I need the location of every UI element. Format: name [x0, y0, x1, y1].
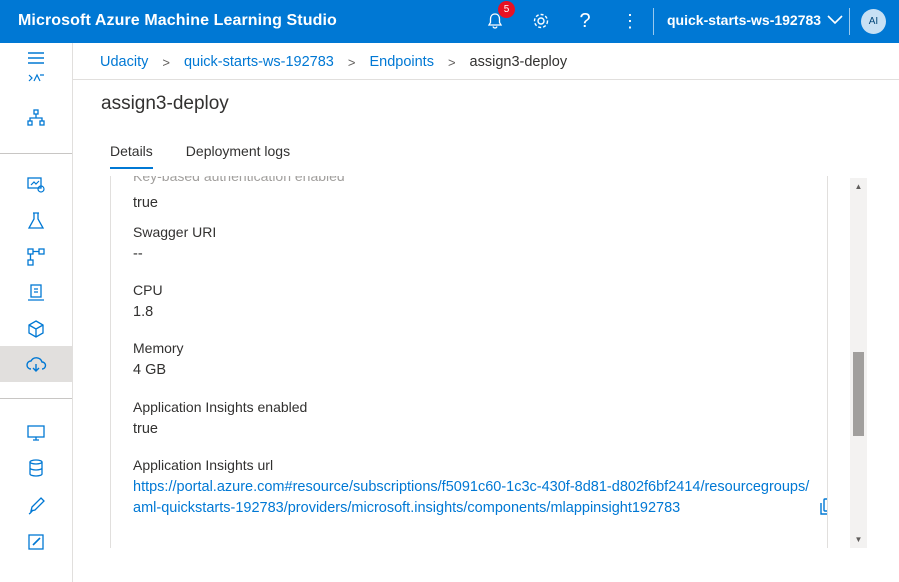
details-panel: Key-based authentication enabled true Sw…: [110, 176, 828, 548]
tab-details[interactable]: Details: [110, 143, 153, 169]
experiments-icon[interactable]: [0, 204, 72, 238]
field-label: Memory: [133, 340, 184, 356]
copy-icon[interactable]: [819, 498, 827, 519]
user-avatar[interactable]: AI: [861, 9, 886, 34]
jobs-icon[interactable]: [0, 276, 72, 310]
automl-icon[interactable]: [0, 69, 72, 89]
field-swagger-uri: Swagger URI --: [133, 224, 216, 262]
tab-list: Details Deployment logs: [110, 143, 290, 169]
scroll-down-arrow-icon[interactable]: ▼: [850, 531, 867, 548]
datasets-icon[interactable]: [0, 168, 72, 202]
breadcrumb: Udacity > quick-starts-ws-192783 > Endpo…: [100, 52, 567, 72]
designer-icon[interactable]: [0, 101, 72, 135]
field-key-auth: true: [133, 189, 158, 211]
details-scrollbar[interactable]: ▲ ▼: [850, 178, 867, 548]
labeling-icon[interactable]: [0, 489, 72, 523]
workspace-name: quick-starts-ws-192783: [667, 12, 822, 28]
workspace-selector[interactable]: quick-starts-ws-192783: [667, 12, 843, 28]
datastores-icon[interactable]: [0, 451, 72, 485]
chevron-right-icon: >: [447, 54, 456, 70]
field-label-clipped: Key-based authentication enabled: [133, 176, 345, 184]
breadcrumb-current: assign3-deploy: [469, 54, 568, 70]
sidebar-divider: [0, 398, 72, 399]
field-label: Swagger URI: [133, 224, 217, 240]
breadcrumb-endpoints[interactable]: Endpoints: [369, 54, 434, 70]
breadcrumb-udacity[interactable]: Udacity: [100, 54, 148, 70]
field-memory: Memory 4 GB: [133, 340, 184, 378]
field-value: true: [133, 195, 158, 211]
field-label: CPU: [133, 282, 163, 298]
pipelines-icon[interactable]: [0, 240, 72, 274]
tab-deployment-logs[interactable]: Deployment logs: [186, 143, 290, 169]
app-insights-url-link[interactable]: https://portal.azure.com#resource/subscr…: [133, 477, 813, 519]
field-value: 1.8: [133, 304, 154, 320]
menu-icon[interactable]: [0, 45, 72, 71]
topbar-divider: [849, 8, 850, 35]
breadcrumb-divider: [73, 79, 899, 80]
scroll-up-arrow-icon[interactable]: ▲: [850, 178, 867, 195]
topbar-divider: [653, 8, 654, 35]
field-value: 4 GB: [133, 362, 167, 378]
models-icon[interactable]: [0, 312, 72, 346]
field-value: true: [133, 421, 158, 437]
page-title: assign3-deploy: [101, 93, 229, 114]
chevron-right-icon: >: [162, 54, 170, 70]
endpoints-icon[interactable]: [0, 346, 72, 382]
chevron-right-icon: >: [347, 54, 356, 70]
chevron-down-icon: [827, 15, 843, 25]
compute-icon[interactable]: [0, 416, 72, 450]
sidebar-divider: [0, 153, 72, 154]
field-value: --: [133, 246, 143, 262]
field-app-insights-enabled: Application Insights enabled true: [133, 399, 307, 437]
notebook-icon[interactable]: [0, 525, 72, 559]
breadcrumb-workspace[interactable]: quick-starts-ws-192783: [184, 54, 334, 70]
field-app-insights-url: Application Insights url https://portal.…: [133, 457, 827, 519]
settings-gear-icon[interactable]: [528, 8, 554, 34]
field-cpu: CPU 1.8: [133, 282, 163, 320]
top-bar: Microsoft Azure Machine Learning Studio …: [0, 0, 899, 43]
more-options-icon[interactable]: ⋮: [617, 8, 643, 34]
notification-count-badge: 5: [498, 1, 515, 18]
scrollbar-thumb[interactable]: [853, 352, 864, 436]
left-nav-sidebar: [0, 43, 73, 582]
field-label: Application Insights url: [133, 457, 274, 473]
field-label: Application Insights enabled: [133, 399, 308, 415]
app-title[interactable]: Microsoft Azure Machine Learning Studio: [18, 12, 337, 30]
help-icon[interactable]: ?: [572, 8, 598, 34]
